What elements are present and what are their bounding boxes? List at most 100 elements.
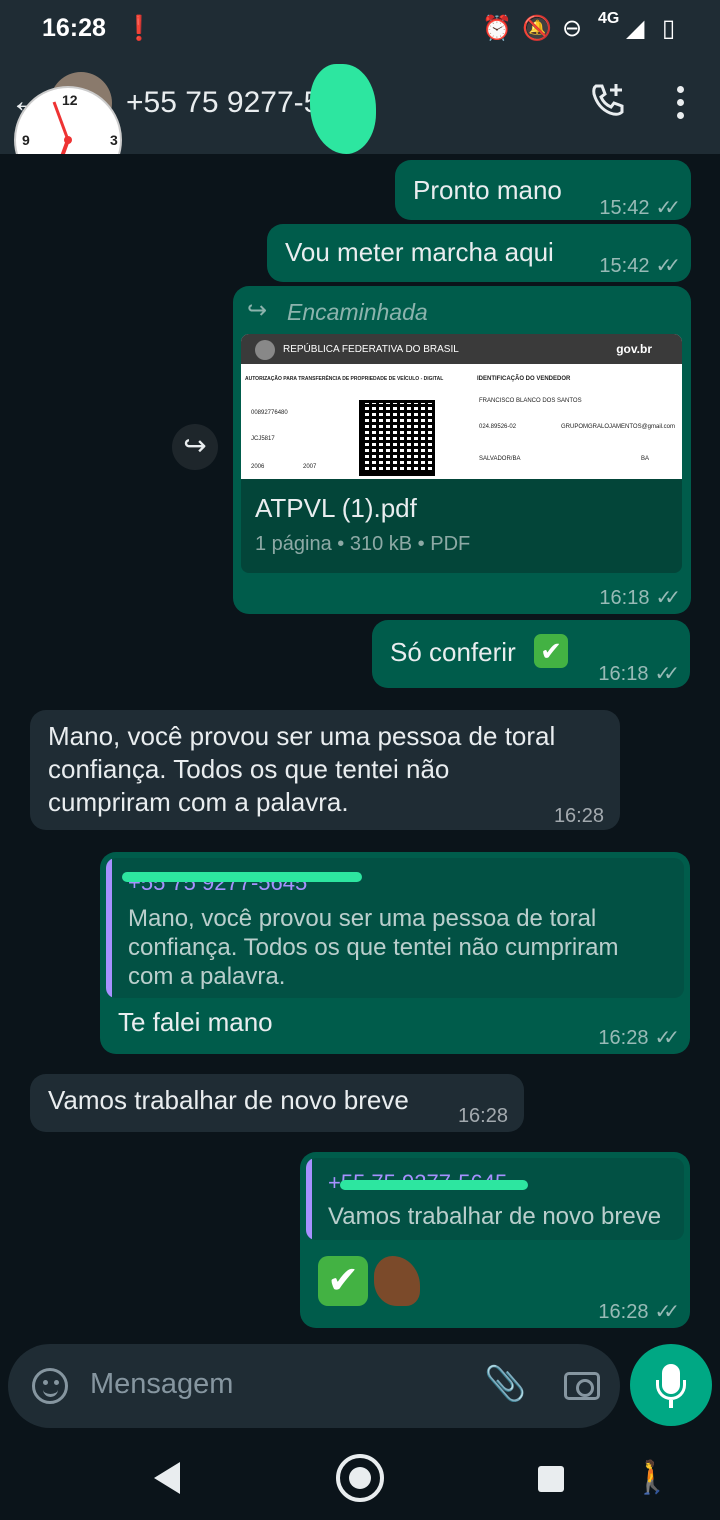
alarm-icon: ⏰ <box>482 15 512 42</box>
preview-uf: BA <box>641 456 650 462</box>
quote-bar <box>106 858 112 998</box>
preview-renavam: 00892776480 <box>251 410 288 416</box>
chat-area[interactable]: Pronto mano 15:42 ✓✓ Vou meter marcha aqu… <box>0 154 720 1342</box>
forwarded-label: Encaminhada <box>287 299 428 325</box>
message-time: 16:28 <box>457 1105 508 1127</box>
mic-icon-leg <box>669 1400 673 1408</box>
read-ticks-icon: ✓✓ <box>655 255 680 277</box>
message-time: 16:28 <box>553 805 604 827</box>
preview-body: AUTORIZAÇÃO PARA TRANSFERÊNCIA DE PROPRI… <box>241 364 682 479</box>
more-icon[interactable] <box>670 86 690 122</box>
message-text: Vou meter marcha aqui <box>285 237 554 267</box>
status-bar: 16:28 ❗ ⏰ 🔕 ⊖ 4G ◢ ▯ <box>0 0 720 58</box>
forward-icon[interactable]: ↪ <box>172 424 218 470</box>
emoji-icon[interactable] <box>32 1368 68 1404</box>
message-time: 15:42 <box>599 197 650 219</box>
preview-email: GRUPOMGRALOJAMENTOS@gmail.com <box>561 424 675 430</box>
coat-of-arms-icon <box>255 340 275 360</box>
reply-message[interactable]: +55 75 9277-5645 Mano, você provou ser u… <box>100 852 690 1054</box>
preview-placa: JCJ5817 <box>251 436 275 442</box>
nav-recents-icon[interactable] <box>538 1466 564 1492</box>
message-bubble[interactable]: Pronto mano 15:42 ✓✓ <box>395 160 691 220</box>
redaction-scribble <box>310 64 376 154</box>
message-bubble[interactable]: Vou meter marcha aqui 15:42 ✓✓ <box>267 224 691 282</box>
forwarded-arrow-icon: ↪ <box>247 297 268 324</box>
read-ticks-icon: ✓✓ <box>654 1301 679 1323</box>
quoted-message[interactable]: +55 75 9277-5645 Vamos trabalhar de novo… <box>306 1158 684 1240</box>
alert-icon: ❗ <box>124 15 154 42</box>
quote-text-line: confiança. Todos os que tentei não cumpr… <box>128 934 619 961</box>
preview-title: AUTORIZAÇÃO PARA TRANSFERÊNCIA DE PROPRI… <box>245 376 444 382</box>
quote-text-line: Vamos trabalhar de novo breve <box>328 1203 662 1230</box>
dnd-icon: ⊖ <box>562 15 583 42</box>
redaction-mark <box>122 872 362 882</box>
nav-home-icon[interactable] <box>336 1454 384 1502</box>
message-text: Só conferir <box>390 637 516 667</box>
mic-icon-stand <box>656 1380 686 1400</box>
preview-header-text: REPÚBLICA FEDERATIVA DO BRASIL <box>283 344 459 355</box>
redaction-mark <box>340 1180 528 1190</box>
message-meta: 16:28 ✓✓ <box>598 1022 679 1055</box>
emoji-row: ✔ <box>318 1256 420 1306</box>
document-info[interactable]: ATPVL (1).pdf 1 página • 310 kB • PDF <box>241 479 682 573</box>
contact-name[interactable]: +55 75 9277-5 <box>126 86 320 120</box>
message-time: 16:18 <box>598 663 649 685</box>
attach-icon[interactable]: 📎 <box>484 1364 526 1404</box>
preview-city: SALVADOR/BA <box>479 456 521 462</box>
check-mark-emoji: ✔ <box>318 1256 368 1306</box>
message-text-line: confiança. Todos os que tentei não <box>48 754 450 784</box>
quote-bar <box>306 1158 312 1240</box>
message-meta: 16:18 ✓✓ <box>598 658 679 691</box>
battery-icon: ▯ <box>662 15 676 42</box>
camera-icon[interactable] <box>564 1372 600 1400</box>
system-navbar: 🚶 <box>0 1440 720 1520</box>
message-bubble[interactable]: Mano, você provou ser uma pessoa de tora… <box>30 710 620 830</box>
check-mark-emoji: ✔ <box>534 634 568 668</box>
message-text: Pronto mano <box>413 175 562 205</box>
mute-icon: 🔕 <box>522 15 552 42</box>
reply-message[interactable]: +55 75 9277-5645 Vamos trabalhar de novo… <box>300 1152 690 1328</box>
message-bubble[interactable]: Vamos trabalhar de novo breve 16:28 <box>30 1074 524 1132</box>
message-time: 16:18 <box>599 587 650 609</box>
preview-brand: gov.br <box>616 342 652 356</box>
document-preview[interactable]: REPÚBLICA FEDERATIVA DO BRASIL gov.br AU… <box>241 334 682 479</box>
preview-header: REPÚBLICA FEDERATIVA DO BRASIL gov.br <box>241 334 682 364</box>
add-call-icon[interactable] <box>588 80 628 120</box>
message-meta: 16:28 ✓✓ <box>598 1296 679 1329</box>
status-time: 16:28 <box>42 14 106 42</box>
read-ticks-icon: ✓✓ <box>655 587 680 609</box>
message-input-bar: Mensagem 📎 <box>8 1344 620 1428</box>
preview-ano-mod: 2007 <box>303 464 317 470</box>
mic-button[interactable] <box>630 1344 712 1426</box>
message-text: Vamos trabalhar de novo breve <box>48 1085 409 1115</box>
flexed-biceps-emoji <box>374 1256 420 1306</box>
quote-text-line: com a palavra. <box>128 963 286 990</box>
accessibility-icon[interactable]: 🚶 <box>632 1458 672 1496</box>
message-text-line: cumpriram com a palavra. <box>48 787 349 817</box>
message-input[interactable]: Mensagem <box>90 1368 233 1401</box>
read-ticks-icon: ✓✓ <box>654 663 679 685</box>
quote-author: +55 75 9277-5645 <box>128 870 308 895</box>
message-meta: 15:42 ✓✓ <box>599 192 680 225</box>
message-meta: 16:18 ✓✓ <box>599 582 680 615</box>
network-type: 4G <box>598 10 620 27</box>
preview-ano-fab: 2006 <box>251 464 265 470</box>
message-text-line: Mano, você provou ser uma pessoa de tora… <box>48 721 556 751</box>
quote-text-line: Mano, você provou ser uma pessoa de tora… <box>128 905 597 932</box>
document-details: 1 página • 310 kB • PDF <box>255 533 471 555</box>
message-bubble[interactable]: Só conferir ✔ 16:18 ✓✓ <box>372 620 690 688</box>
read-ticks-icon: ✓✓ <box>654 1027 679 1049</box>
preview-cpf: 024.89526-02 <box>479 424 517 430</box>
message-time: 16:28 <box>598 1301 649 1323</box>
preview-name: FRANCISCO BLANCO DOS SANTOS <box>479 398 582 404</box>
message-meta: 15:42 ✓✓ <box>599 250 680 283</box>
signal-icon: ◢ <box>626 15 645 42</box>
nav-back-icon[interactable] <box>154 1462 180 1494</box>
message-time: 15:42 <box>599 255 650 277</box>
message-time: 16:28 <box>598 1027 649 1049</box>
qr-code-icon <box>359 400 435 476</box>
document-name: ATPVL (1).pdf <box>255 493 417 523</box>
read-ticks-icon: ✓✓ <box>655 197 680 219</box>
message-text: Te falei mano <box>118 1007 273 1037</box>
preview-section: IDENTIFICAÇÃO DO VENDEDOR <box>477 376 571 382</box>
